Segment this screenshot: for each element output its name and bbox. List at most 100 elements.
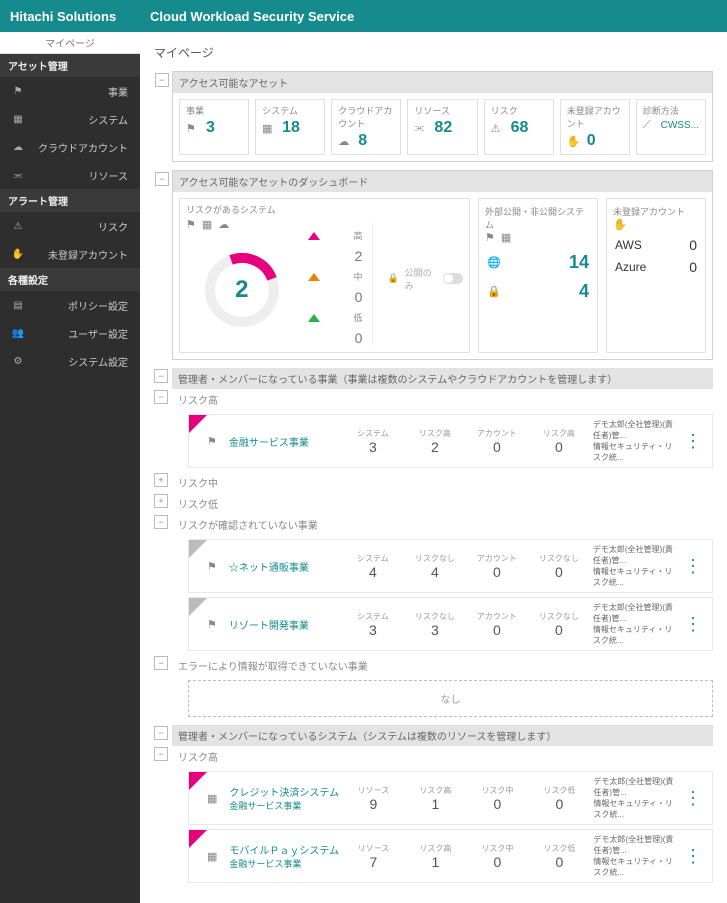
sidebar-item[interactable]: ⚠リスク (0, 212, 140, 240)
stat-card[interactable]: 事業 ⚑ 3 (179, 99, 249, 155)
metric: リスク中0 (469, 843, 525, 870)
stat-label: システム (262, 104, 318, 117)
stat-card[interactable]: 診断方法 ⟋ CWSS... (636, 99, 706, 155)
flag-icon: ⚑ (186, 122, 200, 135)
sidebar-item[interactable]: ▦システム (0, 105, 140, 133)
stat-card[interactable]: リスク ⚠ 68 (484, 99, 554, 155)
sidebar-item-label: 未登録アカウント (28, 247, 132, 262)
collapse-icon[interactable]: − (154, 369, 168, 383)
grid-icon: ▦ (8, 114, 28, 125)
triangle-icon (308, 232, 320, 240)
metric: システム3 (345, 611, 401, 638)
sidebar-item[interactable]: ⫘リソース (0, 161, 140, 189)
grid-icon: ▦ (262, 122, 276, 135)
business-section: − 管理者・メンバーになっている事業（事業は複数のシステムやクラウドアカウントを… (172, 368, 713, 717)
sidebar-item[interactable]: 👥ユーザー設定 (0, 319, 140, 347)
nodes-icon: ⫘ (414, 122, 428, 135)
list-item[interactable]: ⚑ リゾート開発事業 システム3リスクなし3アカウント0リスクなし0 デモ太郎(… (188, 597, 713, 651)
collapse-icon[interactable]: + (154, 473, 168, 487)
legend-row: 高 (308, 229, 363, 242)
subgroup-label: リスク高 (178, 392, 218, 407)
stat-label: リスク (491, 104, 547, 117)
legend-value: 0 (355, 330, 363, 346)
lock-icon: 🔒 (487, 285, 501, 298)
sidebar-item[interactable]: ⚑事業 (0, 77, 140, 105)
risky-systems-title: リスクがあるシステム (186, 203, 276, 216)
more-menu-icon[interactable]: ⋮ (680, 614, 706, 635)
dashboard-panel-title: アクセス可能なアセットのダッシュボード (179, 174, 368, 189)
list-item[interactable]: ⚑ 金融サービス事業 システム3リスク高2アカウント0リスク高0 デモ太郎(全社… (188, 414, 713, 468)
sidebar-item-label: クラウドアカウント (28, 140, 132, 155)
more-menu-icon[interactable]: ⋮ (680, 846, 706, 867)
collapse-icon[interactable]: − (154, 747, 168, 761)
stat-label: クラウドアカウント (338, 104, 394, 130)
flag-icon: ⚑ (8, 86, 28, 97)
account-label: AWS (615, 238, 642, 252)
metric: リスク低0 (531, 785, 587, 812)
public-only-toggle[interactable] (443, 273, 463, 284)
list-item[interactable]: ▦ クレジット決済システム 金融サービス事業 リソース9リスク高1リスク中0リス… (188, 771, 713, 825)
users-icon: 👥 (8, 328, 28, 339)
metric: アカウント0 (469, 553, 525, 580)
collapse-icon[interactable]: − (154, 390, 168, 404)
assets-panel: − アクセス可能なアセット 事業 ⚑ 3システム ▦ 18クラウドアカウント ☁… (172, 71, 713, 162)
sidebar-group: アセット管理 (0, 54, 140, 77)
sidebar-item-label: リスク (28, 219, 132, 234)
row-icon: ▦ (207, 792, 217, 805)
metric: システム3 (345, 428, 401, 455)
row-icon: ▦ (207, 850, 217, 863)
sidebar-mypage[interactable]: マイページ (0, 32, 140, 54)
stat-card[interactable]: 未登録アカウント ✋ 0 (560, 99, 630, 155)
more-menu-icon[interactable]: ⋮ (680, 431, 706, 452)
sidebar-item-label: ユーザー設定 (28, 326, 132, 341)
collapse-icon[interactable]: − (154, 656, 168, 670)
list-item[interactable]: ⚑ ☆ネット通販事業 システム4リスクなし4アカウント0リスクなし0 デモ太郎(… (188, 539, 713, 593)
item-name: クレジット決済システム (229, 784, 339, 799)
sidebar-item[interactable]: ⚙システム設定 (0, 347, 140, 375)
dashboard-panel-head: − アクセス可能なアセットのダッシュボード (173, 171, 712, 192)
item-name: モバイルＰａｙシステム (229, 842, 339, 857)
sidebar: マイページ アセット管理⚑事業▦システム☁クラウドアカウント⫘リソースアラート管… (0, 32, 140, 903)
sidebar-item-label: システム (28, 112, 132, 127)
more-menu-icon[interactable]: ⋮ (680, 788, 706, 809)
sidebar-item[interactable]: ✋未登録アカウント (0, 240, 140, 268)
nodes-icon: ⫘ (8, 170, 28, 181)
sidebar-group: アラート管理 (0, 189, 140, 212)
collapse-icon[interactable]: − (154, 726, 168, 740)
public-row: 🔒4 (487, 281, 589, 302)
more-menu-icon[interactable]: ⋮ (680, 556, 706, 577)
stat-card[interactable]: リソース ⫘ 82 (407, 99, 477, 155)
public-value: 14 (569, 252, 589, 273)
business-section-title: 管理者・メンバーになっている事業（事業は複数のシステムやクラウドアカウントを管理… (178, 371, 617, 386)
metric: リスクなし0 (531, 553, 587, 580)
page-title: マイページ (154, 44, 713, 61)
public-value: 4 (579, 281, 589, 302)
collapse-icon[interactable]: − (154, 515, 168, 529)
sidebar-item-label: システム設定 (28, 354, 132, 369)
risky-systems-card: リスクがあるシステム ⚑ ▦ ☁ (179, 198, 470, 353)
subgroup-label: リスク低 (178, 496, 218, 511)
collapse-icon[interactable]: + (154, 494, 168, 508)
collapse-icon[interactable]: − (155, 73, 169, 87)
system-section-title: 管理者・メンバーになっているシステム（システムは複数のリソースを管理します） (178, 728, 556, 743)
collapse-icon[interactable]: − (155, 172, 169, 186)
stat-value: 18 (282, 119, 300, 137)
stat-card[interactable]: クラウドアカウント ☁ 8 (331, 99, 401, 155)
legend-value: 0 (355, 289, 363, 305)
stat-text: CWSS... (661, 120, 699, 131)
metric: リスクなし3 (407, 611, 463, 638)
sidebar-item[interactable]: ▤ポリシー設定 (0, 291, 140, 319)
lock-icon: 🔒 (387, 273, 398, 284)
sidebar-item-label: 事業 (28, 84, 132, 99)
system-section: − 管理者・メンバーになっているシステム（システムは複数のリソースを管理します）… (172, 725, 713, 883)
stat-card[interactable]: システム ▦ 18 (255, 99, 325, 155)
risk-high-label: リスク高 (178, 749, 218, 764)
public-row: 🌐14 (487, 252, 589, 273)
dashboard-panel: − アクセス可能なアセットのダッシュボード リスクがあるシステム ⚑ ▦ ☁ (172, 170, 713, 360)
row-icon: ⚑ (207, 435, 217, 448)
list-item[interactable]: ▦ モバイルＰａｙシステム 金融サービス事業 リソース7リスク高1リスク中0リス… (188, 829, 713, 883)
warn-icon: ⚠ (8, 221, 28, 232)
item-name: 金融サービス事業 (229, 434, 339, 449)
stat-value: 82 (434, 119, 452, 137)
sidebar-item[interactable]: ☁クラウドアカウント (0, 133, 140, 161)
